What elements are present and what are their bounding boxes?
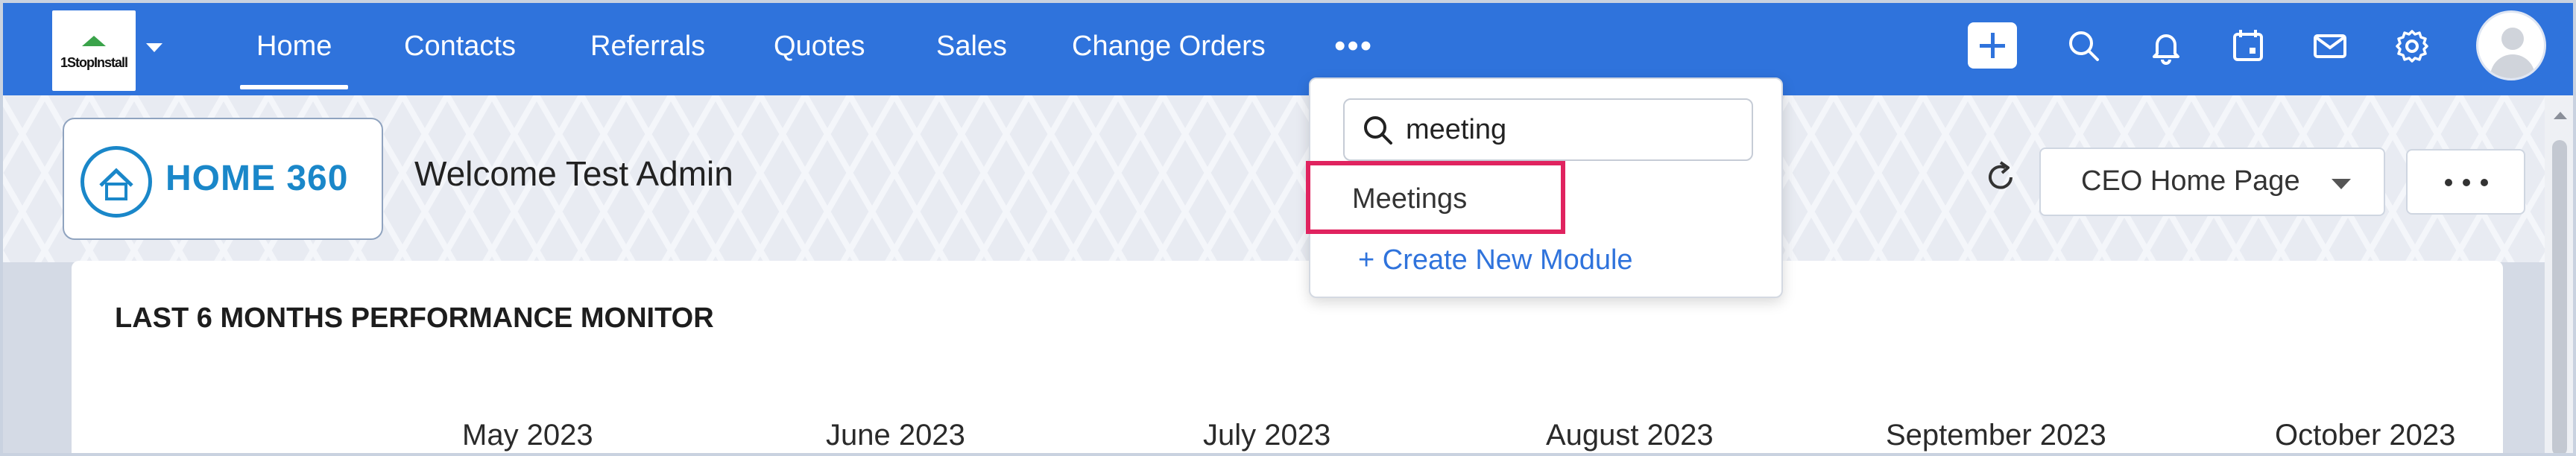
create-new-module-link[interactable]: + Create New Module <box>1358 244 1633 276</box>
month-label: June 2023 <box>826 419 965 452</box>
more-options-button[interactable] <box>2406 149 2525 215</box>
module-search-field[interactable] <box>1343 98 1753 161</box>
avatar-body-shape <box>2490 54 2535 78</box>
calendar-icon[interactable] <box>2227 25 2269 67</box>
ellipsis-icon <box>2463 179 2470 186</box>
company-logo[interactable]: 1StopInstall <box>52 10 136 91</box>
tab-sales[interactable]: Sales <box>936 27 1007 66</box>
month-label: May 2023 <box>462 419 593 452</box>
logo-roof-icon <box>82 36 106 46</box>
tab-change-orders[interactable]: Change Orders <box>1072 27 1266 66</box>
card-title: LAST 6 MONTHS PERFORMANCE MONITOR <box>115 303 714 334</box>
scroll-up-icon[interactable] <box>2554 112 2567 119</box>
refresh-icon[interactable] <box>1981 158 2020 197</box>
add-new-button[interactable] <box>1968 22 2017 69</box>
page-scrollbar[interactable] <box>2545 95 2576 456</box>
bell-icon[interactable] <box>2145 25 2187 67</box>
home-page-select[interactable]: CEO Home Page <box>2039 148 2385 216</box>
ellipsis-icon <box>2481 179 2488 186</box>
welcome-message: Welcome Test Admin <box>414 154 733 193</box>
month-label: July 2023 <box>1203 419 1331 452</box>
tab-home[interactable]: Home <box>239 27 349 89</box>
scrollbar-thumb[interactable] <box>2552 140 2567 456</box>
home-page-select-value: CEO Home Page <box>2081 165 2300 197</box>
company-logo-text: 1StopInstall <box>60 55 128 70</box>
chevron-down-icon <box>2332 179 2351 189</box>
house-icon <box>99 168 133 200</box>
chevron-down-icon[interactable] <box>146 43 162 52</box>
gear-icon[interactable] <box>2391 25 2433 67</box>
mail-icon[interactable] <box>2309 25 2351 67</box>
tab-quotes[interactable]: Quotes <box>774 27 865 66</box>
search-icon[interactable] <box>2063 25 2105 67</box>
home-logo-circle <box>80 146 152 218</box>
search-icon <box>1364 116 1392 145</box>
more-modules-dropdown: Meetings + Create New Module <box>1306 77 1783 298</box>
more-tabs-button[interactable]: ••• <box>1334 30 1373 63</box>
home-360-logo: HOME 360 <box>63 118 383 240</box>
dropdown-item-meetings[interactable]: Meetings <box>1352 183 1467 215</box>
ellipsis-icon <box>2445 179 2452 186</box>
module-search-input[interactable] <box>1406 112 1734 148</box>
month-label: August 2023 <box>1546 419 1714 452</box>
tab-contacts[interactable]: Contacts <box>404 27 516 66</box>
avatar-head-shape <box>2501 28 2524 50</box>
tab-referrals[interactable]: Referrals <box>590 27 705 66</box>
home-360-logo-text: HOME 360 <box>165 159 349 198</box>
user-avatar[interactable] <box>2476 10 2546 80</box>
month-label: October 2023 <box>2275 419 2456 452</box>
month-label: September 2023 <box>1886 419 2106 452</box>
top-navigation-bar: 1StopInstall Home Contacts Referrals Quo… <box>0 0 2576 95</box>
